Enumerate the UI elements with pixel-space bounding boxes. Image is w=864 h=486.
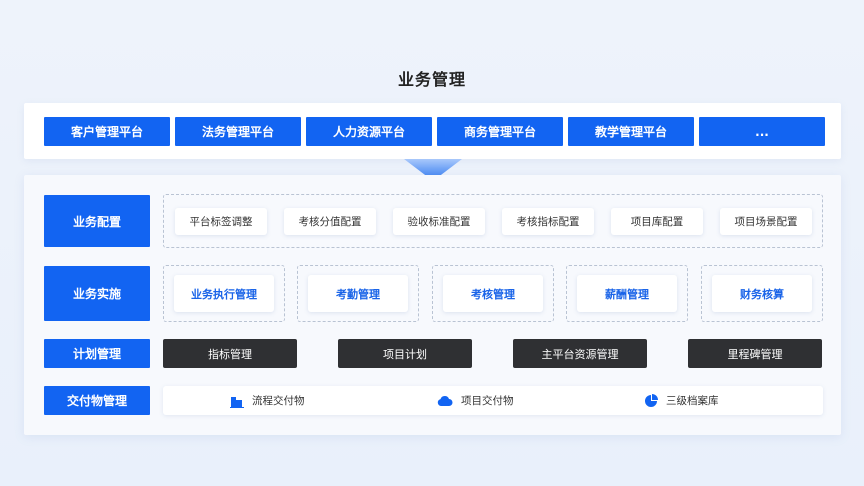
platform-row: 客户管理平台 法务管理平台 人力资源平台 商务管理平台 教学管理平台 ... [44,117,825,146]
config-item[interactable]: 验收标准配置 [393,208,485,235]
row-label-config: 业务配置 [44,195,150,247]
platform-more[interactable]: ... [699,117,825,146]
config-item[interactable]: 考核指标配置 [502,208,594,235]
deliver-item-label: 项目交付物 [461,395,514,407]
implement-item[interactable]: 考核管理 [443,275,543,312]
config-item[interactable]: 平台标签调整 [175,208,267,235]
plan-item[interactable]: 主平台资源管理 [513,339,647,368]
page-title: 业务管理 [397,70,466,89]
cloud-icon [437,395,453,406]
deliver-item[interactable]: 三级档案库 [644,386,719,415]
platform-hr[interactable]: 人力资源平台 [306,117,432,146]
plan-item[interactable]: 项目计划 [338,339,472,368]
deliver-item-label: 流程交付物 [252,395,305,407]
implement-item[interactable]: 薪酬管理 [577,275,677,312]
implement-item[interactable]: 考勤管理 [308,275,408,312]
row-label-implement: 业务实施 [44,266,150,321]
deliver-item[interactable]: 流程交付物 [230,386,305,415]
platform-customer[interactable]: 客户管理平台 [44,117,170,146]
platform-legal[interactable]: 法务管理平台 [175,117,301,146]
platform-panel: 客户管理平台 法务管理平台 人力资源平台 商务管理平台 教学管理平台 ... [24,103,841,159]
pie-chart-icon [645,393,658,407]
row-label-deliver: 交付物管理 [44,386,150,415]
platform-teaching[interactable]: 教学管理平台 [568,117,694,146]
implement-item[interactable]: 业务执行管理 [174,275,274,312]
config-item[interactable]: 项目库配置 [611,208,703,235]
row-label-plan: 计划管理 [44,339,150,368]
config-item[interactable]: 项目场景配置 [720,208,812,235]
main-panel: 业务配置 平台标签调整 考核分值配置 验收标准配置 考核指标配置 项目库配置 项… [24,175,841,435]
deliver-bar: 流程交付物 项目交付物 三级档案库 [163,386,823,415]
deliver-item-label: 三级档案库 [666,395,719,407]
platform-business[interactable]: 商务管理平台 [437,117,563,146]
config-item[interactable]: 考核分值配置 [284,208,376,235]
plan-item[interactable]: 里程碑管理 [688,339,822,368]
building-icon [230,396,244,408]
deliver-item[interactable]: 项目交付物 [437,386,514,415]
implement-item[interactable]: 财务核算 [712,275,812,312]
plan-item[interactable]: 指标管理 [163,339,297,368]
